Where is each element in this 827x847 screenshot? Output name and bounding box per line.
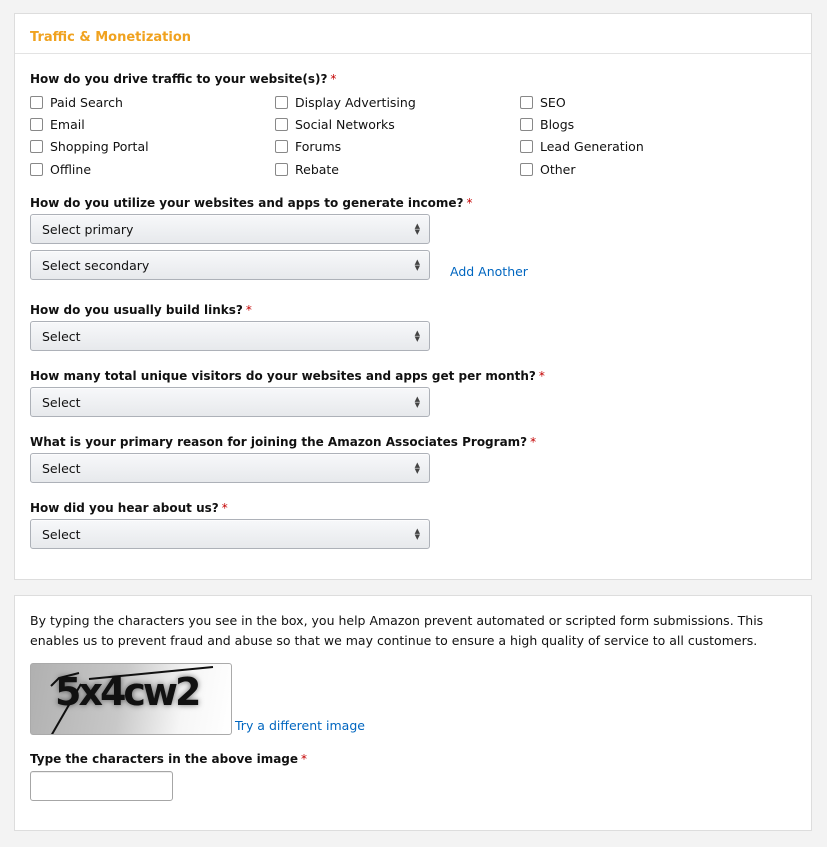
captcha-label-text: Type the characters in the above image xyxy=(30,752,299,766)
checkbox-icon[interactable] xyxy=(275,162,288,176)
checkbox-label: Offline xyxy=(50,161,92,177)
checkbox-lead-generation[interactable]: Lead Generation xyxy=(520,136,644,158)
checkbox-label: Email xyxy=(50,117,85,133)
checkbox-rebate[interactable]: Rebate xyxy=(275,158,416,180)
checkbox-column-1: Paid Search Email Shopping Portal Offlin… xyxy=(30,91,149,181)
checkbox-label: Social Networks xyxy=(295,117,395,133)
checkbox-label: Display Advertising xyxy=(295,94,416,110)
links-question-text: How do you usually build links? xyxy=(30,303,243,317)
add-another-link[interactable]: Add Another xyxy=(450,264,528,279)
checkbox-icon[interactable] xyxy=(275,95,288,109)
checkbox-label: Shopping Portal xyxy=(50,139,149,155)
hear-question-text: How did you hear about us? xyxy=(30,501,219,515)
checkbox-icon[interactable] xyxy=(30,118,43,132)
checkbox-icon[interactable] xyxy=(30,140,43,154)
section-title: Traffic & Monetization xyxy=(30,30,192,45)
checkbox-paid-search[interactable]: Paid Search xyxy=(30,91,149,113)
select-value: Select xyxy=(42,526,81,542)
select-arrows-icon: ▲ ▼ xyxy=(414,222,420,236)
checkbox-email[interactable]: Email xyxy=(30,113,149,135)
checkbox-label: SEO xyxy=(540,94,566,110)
captcha-description: By typing the characters you see in the … xyxy=(30,613,764,648)
checkbox-icon[interactable] xyxy=(275,118,288,132)
checkbox-forums[interactable]: Forums xyxy=(275,136,416,158)
select-value: Select secondary xyxy=(42,257,150,273)
panel-header: Traffic & Monetization xyxy=(15,14,811,54)
checkbox-label: Rebate xyxy=(295,161,340,177)
checkbox-column-3: SEO Blogs Lead Generation Other xyxy=(520,91,644,181)
reason-select[interactable]: Select ▲ ▼ xyxy=(30,453,430,483)
select-value: Select xyxy=(42,328,81,344)
checkbox-icon[interactable] xyxy=(30,95,43,109)
captcha-text: 5x4cw2 xyxy=(55,670,201,714)
select-arrows-icon: ▲ ▼ xyxy=(414,461,420,475)
select-value: Select primary xyxy=(42,221,134,237)
links-select[interactable]: Select ▲ ▼ xyxy=(30,321,430,351)
checkbox-icon[interactable] xyxy=(30,162,43,176)
captcha-image: 5x4cw2 xyxy=(30,663,232,735)
visitors-question-label: How many total unique visitors do your w… xyxy=(30,369,545,383)
links-question-label: How do you usually build links? * xyxy=(30,303,252,317)
select-value: Select xyxy=(42,394,81,410)
checkbox-icon[interactable] xyxy=(520,140,533,154)
checkbox-shopping-portal[interactable]: Shopping Portal xyxy=(30,136,149,158)
income-secondary-select[interactable]: Select secondary ▲ ▼ xyxy=(30,250,430,280)
checkbox-other[interactable]: Other xyxy=(520,158,644,180)
hear-question-label: How did you hear about us? * xyxy=(30,501,228,515)
checkbox-seo[interactable]: SEO xyxy=(520,91,644,113)
captcha-panel: By typing the characters you see in the … xyxy=(14,595,812,831)
select-value: Select xyxy=(42,460,81,476)
required-asterisk: * xyxy=(301,752,308,766)
checkbox-label: Forums xyxy=(295,139,342,155)
checkbox-blogs[interactable]: Blogs xyxy=(520,113,644,135)
checkbox-column-2: Display Advertising Social Networks Foru… xyxy=(275,91,416,181)
checkbox-icon[interactable] xyxy=(520,118,533,132)
checkbox-icon[interactable] xyxy=(520,162,533,176)
try-different-image-link[interactable]: Try a different image xyxy=(235,718,365,733)
checkbox-label: Paid Search xyxy=(50,94,123,110)
captcha-input[interactable] xyxy=(30,771,173,801)
traffic-question-label: How do you drive traffic to your website… xyxy=(30,72,336,86)
traffic-monetization-panel: Traffic & Monetization How do you drive … xyxy=(14,13,812,580)
select-arrows-icon: ▲ ▼ xyxy=(414,395,420,409)
visitors-question-text: How many total unique visitors do your w… xyxy=(30,369,536,383)
reason-question-label: What is your primary reason for joining … xyxy=(30,435,536,449)
required-asterisk: * xyxy=(530,435,537,449)
visitors-select[interactable]: Select ▲ ▼ xyxy=(30,387,430,417)
checkbox-label: Other xyxy=(540,161,576,177)
checkbox-label: Lead Generation xyxy=(540,139,644,155)
select-arrows-icon: ▲ ▼ xyxy=(414,258,420,272)
checkbox-offline[interactable]: Offline xyxy=(30,158,149,180)
checkbox-icon[interactable] xyxy=(275,140,288,154)
income-primary-select[interactable]: Select primary ▲ ▼ xyxy=(30,214,430,244)
checkbox-label: Blogs xyxy=(540,117,575,133)
required-asterisk: * xyxy=(330,72,337,86)
required-asterisk: * xyxy=(466,196,473,210)
traffic-question-text: How do you drive traffic to your website… xyxy=(30,72,328,86)
income-question-label: How do you utilize your websites and app… xyxy=(30,196,473,210)
select-arrows-icon: ▲ ▼ xyxy=(414,527,420,541)
captcha-input-label: Type the characters in the above image * xyxy=(30,752,307,766)
checkbox-icon[interactable] xyxy=(520,95,533,109)
required-asterisk: * xyxy=(221,501,228,515)
required-asterisk: * xyxy=(245,303,252,317)
reason-question-text: What is your primary reason for joining … xyxy=(30,435,528,449)
hear-select[interactable]: Select ▲ ▼ xyxy=(30,519,430,549)
income-question-text: How do you utilize your websites and app… xyxy=(30,196,464,210)
select-arrows-icon: ▲ ▼ xyxy=(414,329,420,343)
checkbox-display-advertising[interactable]: Display Advertising xyxy=(275,91,416,113)
checkbox-social-networks[interactable]: Social Networks xyxy=(275,113,416,135)
required-asterisk: * xyxy=(538,369,545,383)
